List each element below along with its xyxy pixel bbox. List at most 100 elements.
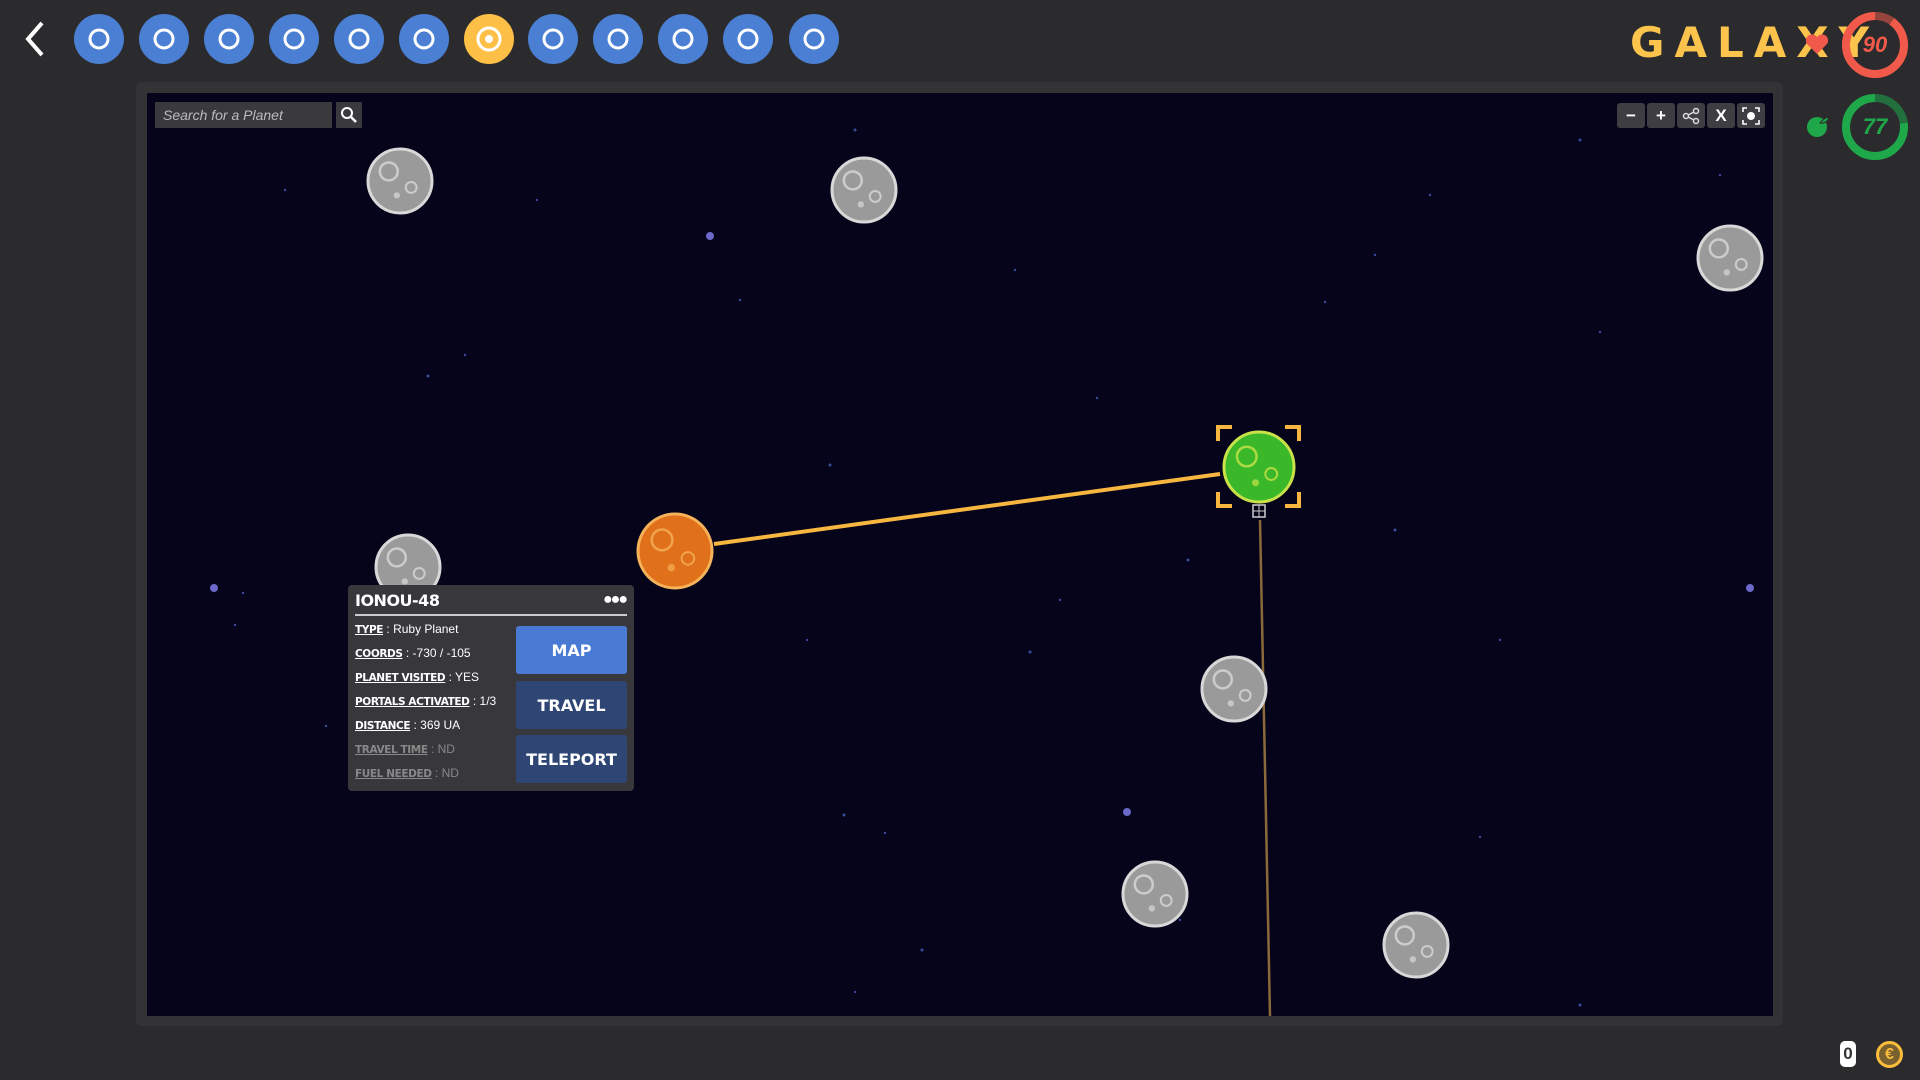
toolbar-button-galaxy-spiral[interactable] — [464, 14, 514, 64]
toolbar-button-hint-lightbulb[interactable] — [593, 14, 643, 64]
star — [854, 129, 857, 132]
info-row: COORDS : -730 / -105 — [355, 646, 471, 660]
info-row: PLANET VISITED : YES — [355, 670, 479, 684]
star — [1096, 397, 1098, 399]
travel-route-line — [714, 474, 1220, 544]
info-row: PORTALS ACTIVATED : 1/3 — [355, 694, 496, 708]
galaxy-map[interactable] — [147, 93, 1773, 1016]
star — [739, 299, 741, 301]
manual-wrench-icon — [149, 24, 179, 54]
unvisited-planet[interactable] — [368, 149, 432, 213]
star — [210, 584, 218, 592]
current-planet[interactable] — [1224, 432, 1294, 502]
toolbar-button-ship-fan[interactable] — [334, 14, 384, 64]
toolbar-button-exit[interactable] — [789, 14, 839, 64]
ruby-planet-ionou-48[interactable] — [638, 514, 712, 588]
star — [1374, 254, 1376, 256]
star — [884, 832, 886, 834]
toolbar-button-weather[interactable] — [528, 14, 578, 64]
close-map-button[interactable]: X — [1707, 103, 1735, 128]
exit-icon — [799, 24, 829, 54]
map-canvas[interactable] — [147, 93, 1773, 1016]
star — [1179, 919, 1181, 921]
zoom-out-button[interactable]: − — [1617, 103, 1645, 128]
star — [1499, 639, 1501, 641]
hint-lightbulb-icon — [603, 24, 633, 54]
journal-book-icon — [214, 24, 244, 54]
oxygen-ring: 77 — [1840, 92, 1910, 162]
focus-icon — [1742, 107, 1760, 125]
unvisited-planet[interactable] — [1123, 862, 1187, 926]
star — [1579, 139, 1582, 142]
star — [706, 232, 714, 240]
star — [234, 624, 236, 626]
info-value: ND — [438, 742, 455, 756]
toolbar-button-journal-book[interactable] — [204, 14, 254, 64]
info-label: DISTANCE — [355, 720, 410, 732]
close-icon: X — [1715, 106, 1726, 126]
health-value: 90 — [1840, 32, 1910, 58]
more-options-icon[interactable]: ●●● — [603, 591, 626, 609]
star — [242, 592, 244, 594]
info-label: FUEL NEEDED — [355, 768, 432, 780]
star — [1014, 269, 1016, 271]
unvisited-planet[interactable] — [1202, 657, 1266, 721]
star — [284, 189, 286, 191]
toolbar-button-save-floppy[interactable] — [723, 14, 773, 64]
share-button[interactable] — [1677, 103, 1705, 128]
info-label: TRAVEL TIME — [355, 744, 428, 756]
travel-button[interactable]: TRAVEL — [516, 681, 627, 729]
star — [1187, 559, 1190, 562]
star — [1324, 301, 1326, 303]
toolbar-button-profile-user[interactable] — [269, 14, 319, 64]
star — [427, 375, 430, 378]
unvisited-planet[interactable] — [1698, 226, 1762, 290]
zoom-in-button[interactable]: + — [1647, 103, 1675, 128]
currency-counter: 0 — [1840, 1041, 1856, 1067]
toolbar-button-planet[interactable] — [399, 14, 449, 64]
info-value: 1/3 — [480, 694, 497, 708]
planet-search-input[interactable] — [155, 102, 332, 128]
info-value: -730 / -105 — [413, 646, 471, 660]
star — [1123, 808, 1131, 816]
star — [325, 725, 327, 727]
back-arrow-icon[interactable] — [20, 20, 50, 58]
unvisited-planet[interactable] — [1384, 913, 1448, 977]
star — [1479, 836, 1481, 838]
focus-button[interactable] — [1737, 103, 1765, 128]
toolbar-button-manual-wrench[interactable] — [139, 14, 189, 64]
weather-icon — [538, 24, 568, 54]
divider — [355, 614, 627, 616]
search-button[interactable] — [336, 102, 362, 128]
toolbar-button-settings-gears[interactable] — [658, 14, 708, 64]
info-label: PLANET VISITED — [355, 672, 445, 684]
currency-value: 0 — [1840, 1044, 1856, 1064]
ship-fan-icon — [344, 24, 374, 54]
minus-icon: − — [1626, 106, 1636, 126]
teleport-button[interactable]: TELEPORT — [516, 735, 627, 783]
info-row: TYPE : Ruby Planet — [355, 622, 458, 636]
info-value: ND — [442, 766, 459, 780]
unvisited-planet[interactable] — [832, 158, 896, 222]
star — [1719, 174, 1721, 176]
map-button[interactable]: MAP — [516, 626, 627, 674]
planet-icon — [409, 24, 439, 54]
star — [1746, 584, 1754, 592]
info-value: Ruby Planet — [393, 622, 458, 636]
oxygen-value: 77 — [1840, 114, 1910, 140]
coin-icon: € — [1876, 1041, 1903, 1068]
star — [921, 949, 924, 952]
star — [806, 639, 808, 641]
leaf-icon — [1806, 114, 1830, 138]
star — [854, 991, 856, 993]
profile-user-icon — [279, 24, 309, 54]
galaxy-spiral-icon — [474, 24, 504, 54]
info-value: YES — [455, 670, 479, 684]
health-ring: 90 — [1840, 10, 1910, 80]
star — [1599, 331, 1601, 333]
search-icon — [340, 106, 358, 124]
heart-icon — [1805, 33, 1829, 55]
save-floppy-icon — [733, 24, 763, 54]
inventory-icon — [84, 24, 114, 54]
toolbar-button-inventory[interactable] — [74, 14, 124, 64]
